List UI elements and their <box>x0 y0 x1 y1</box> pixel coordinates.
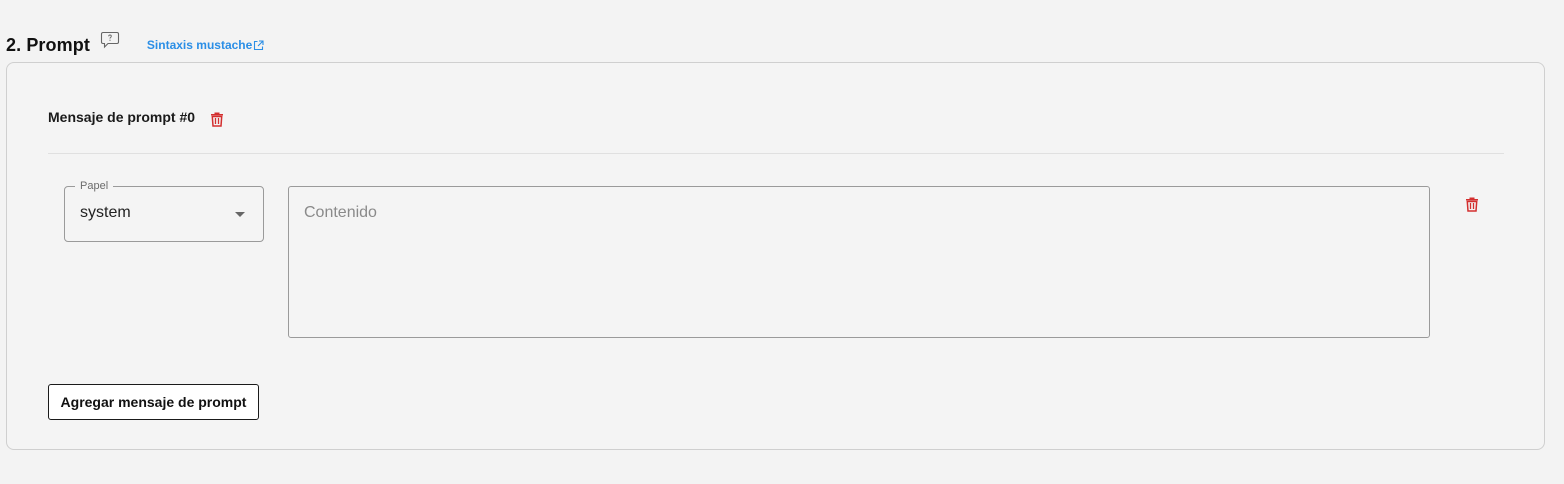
mustache-link-label: Sintaxis mustache <box>146 38 253 52</box>
caret-down-icon <box>235 212 245 217</box>
add-prompt-message-button[interactable]: Agregar mensaje de prompt <box>48 384 259 420</box>
prompt-page: 2. Prompt Sintaxis mustache Mensaje de p… <box>0 0 1564 484</box>
content-textarea[interactable] <box>288 186 1430 338</box>
section-title: 2. Prompt <box>6 34 90 55</box>
message-header: Mensaje de prompt #0 <box>48 107 225 127</box>
trash-icon[interactable] <box>1464 196 1480 212</box>
role-label: Papel <box>75 179 114 193</box>
external-link-icon <box>253 39 264 51</box>
mustache-syntax-link[interactable]: Sintaxis mustache <box>147 38 264 52</box>
trash-icon[interactable] <box>209 111 225 127</box>
role-select[interactable]: Papel system <box>64 179 264 242</box>
message-title: Mensaje de prompt #0 <box>48 109 196 125</box>
role-value: system <box>80 204 131 221</box>
divider <box>48 153 1504 154</box>
prompt-messages-card: Mensaje de prompt #0 Papel system Conten… <box>6 62 1545 450</box>
comment-question-icon[interactable] <box>100 30 120 50</box>
section-header: 2. Prompt Sintaxis mustache <box>6 30 264 60</box>
